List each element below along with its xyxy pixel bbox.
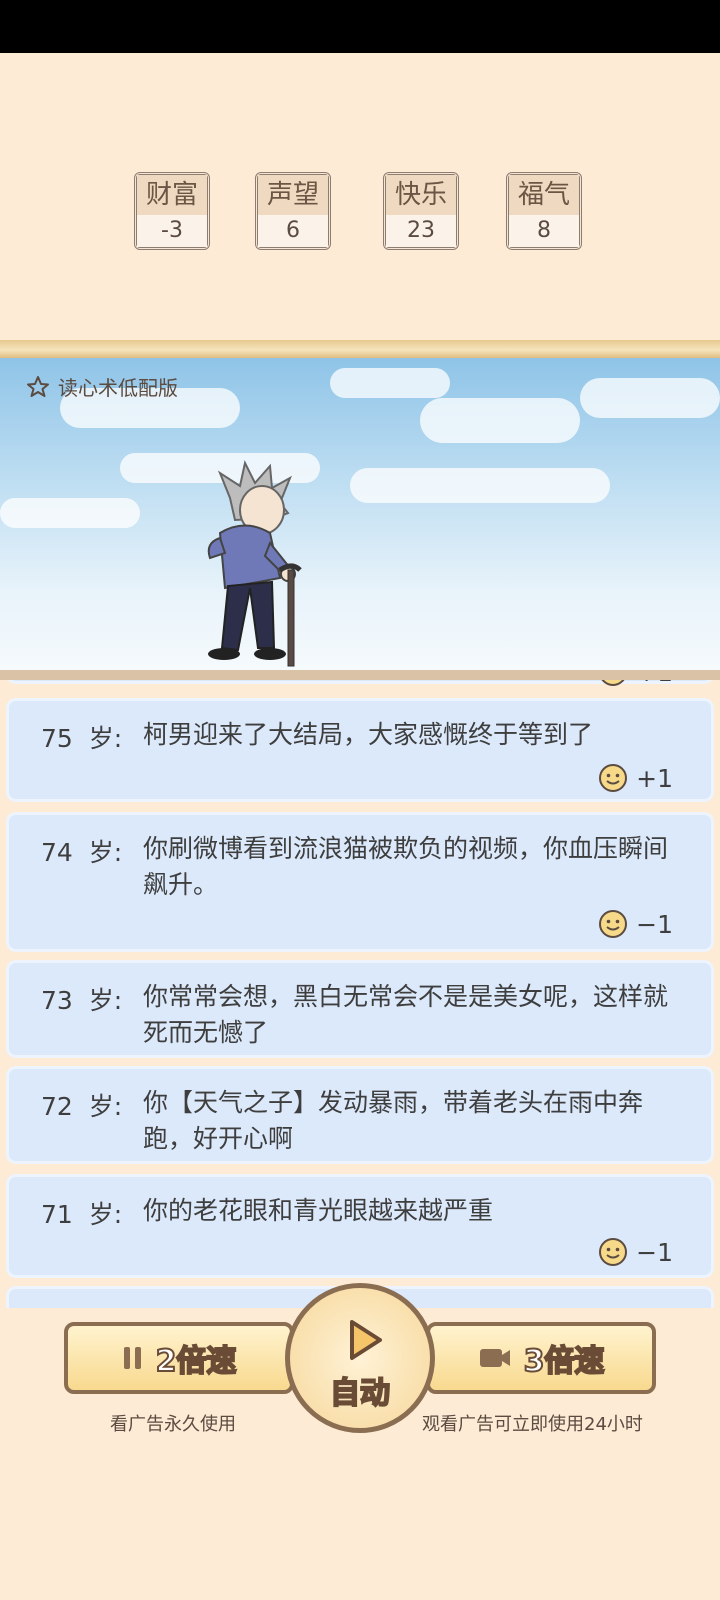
event-age: 72 岁: xyxy=(41,1092,123,1121)
event-age: 75 岁: xyxy=(41,724,123,753)
top-area xyxy=(0,53,720,340)
scene xyxy=(0,358,720,670)
event-card: 73 岁: 你常常会想，黑白无常会不是是美女呢，这样就死而无憾了 xyxy=(6,960,714,1058)
speed-2x-caption: 看广告永久使用 xyxy=(110,1414,236,1435)
event-card: 71 岁: 你的老花眼和青光眼越来越严重 −1 xyxy=(6,1174,714,1278)
smile-icon xyxy=(599,1238,628,1266)
stat-wealth-label: 财富 xyxy=(137,175,207,215)
event-delta: +1 xyxy=(598,763,673,793)
stat-wealth: 财富 -3 xyxy=(134,172,210,250)
ground-line xyxy=(0,670,720,680)
event-card: 74 岁: 你刷微博看到流浪猫被欺负的视频，你血压瞬间飙升。 −1 xyxy=(6,812,714,952)
event-delta: −1 xyxy=(598,909,673,939)
smile-icon xyxy=(601,680,625,686)
stat-reputation-label: 声望 xyxy=(258,175,328,215)
speed-3x-caption: 观看广告可立即使用24小时 xyxy=(422,1414,643,1435)
stat-luck-label: 福气 xyxy=(509,175,579,215)
status-bar xyxy=(0,0,720,53)
event-card-partial: +1 xyxy=(6,680,714,687)
event-text: 你常常会想，黑白无常会不是是美女呢，这样就死而无憾了 xyxy=(143,982,669,1047)
smile-icon xyxy=(599,764,628,792)
event-age: 74 岁: xyxy=(41,838,123,867)
speed-3x-label: 3倍速 xyxy=(523,1343,606,1380)
old-man-character xyxy=(207,460,302,667)
event-text: 柯男迎来了大结局，大家感慨终于等到了 xyxy=(143,720,594,749)
stat-wealth-value: -3 xyxy=(137,215,207,247)
event-age: 73 岁: xyxy=(41,986,123,1015)
stat-happiness-label: 快乐 xyxy=(386,175,456,215)
event-card: 75 岁: 柯男迎来了大结局，大家感慨终于等到了 +1 xyxy=(6,698,714,802)
mind-reading-label: 读心术低配版 xyxy=(58,376,178,400)
mind-reading-tag[interactable]: 读心术低配版 xyxy=(26,372,178,401)
event-age: 71 岁: xyxy=(41,1200,123,1229)
cloud xyxy=(580,378,720,418)
video-ad-icon xyxy=(479,1349,510,1367)
play-icon xyxy=(350,1320,382,1360)
speed-3x-button[interactable]: 3倍速 xyxy=(426,1322,656,1394)
auto-label: 自动 xyxy=(329,1375,391,1412)
event-text: 你刷微博看到流浪猫被欺负的视频，你血压瞬间飙升。 xyxy=(143,834,669,899)
event-delta: −1 xyxy=(598,1237,673,1267)
pause-icon xyxy=(123,1347,141,1369)
stat-reputation: 声望 6 xyxy=(255,172,331,250)
stat-happiness: 快乐 23 xyxy=(383,172,459,250)
event-feed[interactable]: +1 75 岁: 柯男迎来了大结局，大家感慨终于等到了 +1 74 岁: 你刷微… xyxy=(0,680,720,1308)
cloud xyxy=(420,398,580,443)
cloud xyxy=(350,468,610,503)
speed-2x-button[interactable]: 2倍速 xyxy=(64,1322,294,1394)
stat-reputation-value: 6 xyxy=(258,215,328,247)
event-delta: +1 xyxy=(598,680,673,687)
scene-frame xyxy=(0,340,720,360)
auto-button[interactable]: 自动 xyxy=(285,1283,435,1433)
smile-icon xyxy=(599,910,628,938)
stat-luck: 福气 8 xyxy=(506,172,582,250)
event-card: 72 岁: 你【天气之子】发动暴雨，带着老头在雨中奔跑，好开心啊 xyxy=(6,1066,714,1164)
cloud xyxy=(0,498,140,528)
cloud xyxy=(330,368,450,398)
speed-2x-label: 2倍速 xyxy=(155,1343,238,1380)
event-text: 你【天气之子】发动暴雨，带着老头在雨中奔跑，好开心啊 xyxy=(143,1088,644,1153)
stat-luck-value: 8 xyxy=(509,215,579,247)
star-icon xyxy=(27,375,49,397)
stat-happiness-value: 23 xyxy=(386,215,456,247)
event-text: 你的老花眼和青光眼越来越严重 xyxy=(143,1196,494,1225)
